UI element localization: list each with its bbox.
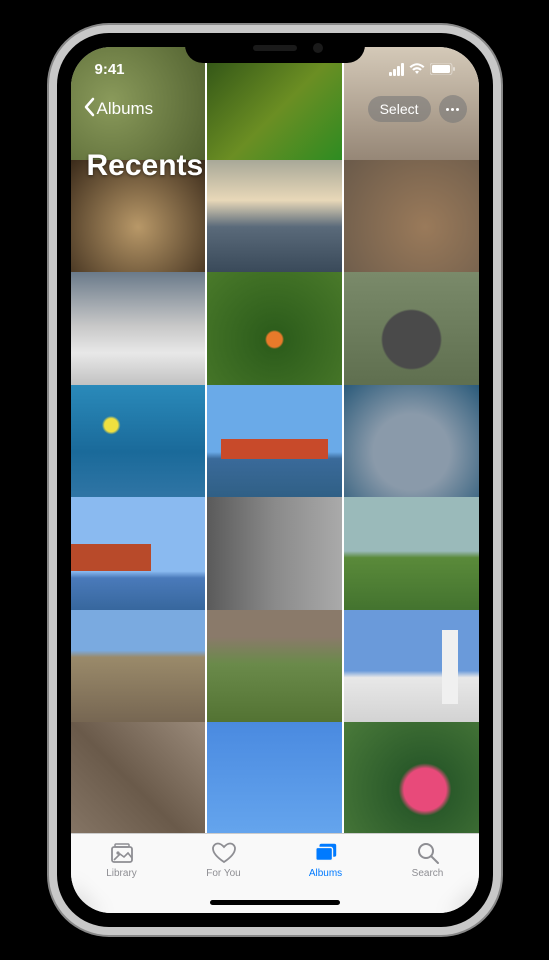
tab-label: Library	[106, 868, 137, 879]
photo-thumbnail[interactable]	[207, 722, 342, 833]
tab-label: Search	[412, 868, 444, 879]
foryou-icon	[211, 840, 237, 866]
tab-label: For You	[206, 868, 240, 879]
back-label: Albums	[97, 99, 154, 119]
phone-bezel: 9:41 Alb	[57, 33, 493, 927]
photo-thumbnail[interactable]	[344, 722, 479, 833]
notch	[185, 33, 365, 63]
search-icon	[415, 840, 441, 866]
albums-icon	[313, 840, 339, 866]
cellular-signal-icon	[389, 63, 404, 76]
wifi-icon	[409, 63, 425, 75]
more-button[interactable]	[439, 95, 467, 123]
status-time: 9:41	[95, 61, 125, 78]
screen: 9:41 Alb	[71, 47, 479, 913]
library-icon	[109, 840, 135, 866]
home-indicator[interactable]	[210, 900, 340, 905]
chevron-left-icon	[83, 97, 95, 122]
tab-search[interactable]: Search	[393, 840, 463, 913]
nav-header: Albums Select	[71, 95, 479, 123]
photo-thumbnail[interactable]	[71, 722, 206, 833]
battery-icon	[430, 63, 455, 75]
ellipsis-icon	[446, 108, 459, 111]
select-button[interactable]: Select	[368, 96, 431, 122]
tab-library[interactable]: Library	[87, 840, 157, 913]
tab-label: Albums	[309, 868, 342, 879]
back-button[interactable]: Albums	[83, 97, 154, 122]
phone-frame: 9:41 Alb	[49, 25, 501, 935]
page-title: Recents	[87, 149, 204, 183]
